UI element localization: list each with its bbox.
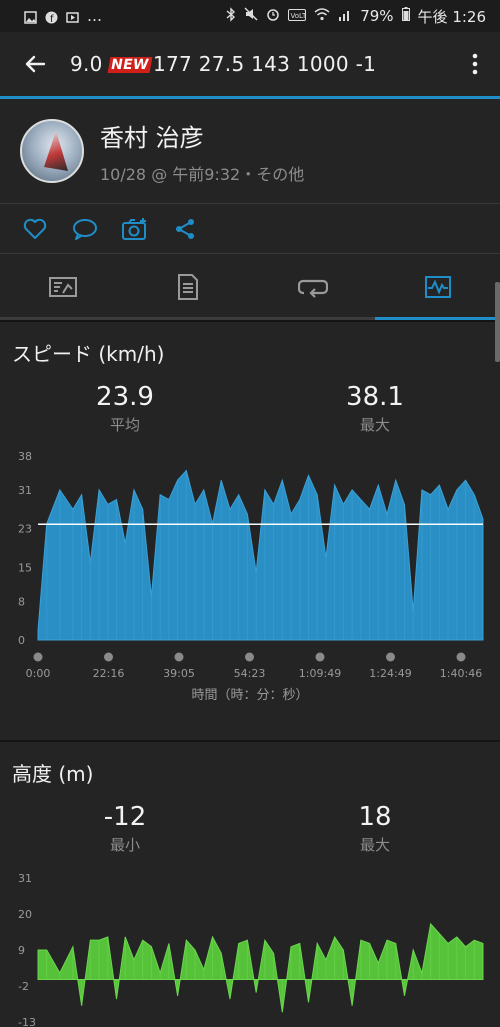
title-prefix: 9.0 — [70, 52, 110, 76]
gallery-notification-icon — [24, 10, 37, 24]
comment-button[interactable] — [72, 216, 98, 242]
elevation-min-label: 最小 — [109, 836, 140, 854]
speed-x-axis-label: 時間（時：分：秒） — [191, 688, 309, 703]
speed-max: 38.1 最大 — [305, 382, 445, 435]
x-tick-label: 1:40:46 — [440, 667, 482, 680]
x-tick-marker — [245, 652, 254, 662]
add-photo-button[interactable] — [122, 216, 148, 242]
y-tick-label: -2 — [18, 980, 29, 993]
x-tick-label: 1:09:49 — [299, 667, 341, 680]
x-tick-marker — [104, 652, 113, 662]
x-tick-label: 1:24:49 — [369, 667, 411, 680]
back-button[interactable] — [0, 32, 70, 96]
mute-icon — [244, 7, 258, 25]
active-tab-indicator — [375, 317, 500, 320]
activity-title: 9.0 NEW 177 27.5 143 1000 -1 — [70, 52, 450, 76]
facebook-notification-icon: f — [45, 10, 58, 25]
elevation-min-value: -12 — [103, 802, 147, 832]
tab-laps[interactable] — [250, 254, 375, 320]
speed-chart[interactable]: 0 8 15 23 31 38 0:00 22:16 39:05 54:23 1:09:49 1:24… — [0, 446, 500, 686]
elevation-title: 高度 (m) — [12, 762, 94, 786]
tab-stats[interactable] — [125, 254, 250, 320]
action-bar — [0, 204, 500, 254]
y-tick-label: 20 — [18, 908, 32, 921]
x-tick-label: 39:05 — [163, 667, 195, 680]
elevation-series — [37, 922, 484, 1013]
avatar[interactable] — [20, 119, 84, 183]
scrollbar[interactable] — [495, 282, 500, 362]
alarm-icon — [266, 7, 280, 25]
speed-average-value: 23.9 — [96, 382, 154, 412]
y-tick-label: 9 — [18, 944, 25, 957]
y-tick-label: 31 — [18, 484, 32, 497]
title-values: 177 27.5 143 1000 -1 — [153, 52, 377, 76]
overflow-menu-button[interactable] — [450, 32, 500, 96]
speed-section: スピード (km/h) 23.9 平均 38.1 最大 0 8 15 23 31 38 0:… — [0, 322, 500, 740]
map-summary-icon — [48, 277, 77, 297]
tab-bar — [0, 254, 500, 320]
like-button[interactable] — [22, 216, 48, 242]
y-tick-label: 31 — [18, 872, 32, 885]
speed-average-label: 平均 — [109, 416, 140, 434]
x-tick-label: 54:23 — [234, 667, 266, 680]
y-tick-label: 38 — [18, 450, 32, 463]
user-name[interactable]: 香村 治彦 — [100, 118, 304, 153]
heart-icon — [23, 218, 47, 239]
profile-card: 香村 治彦 10/28 @ 午前9:32・その他 — [0, 99, 500, 204]
new-badge: NEW — [107, 57, 153, 73]
status-bar: f … VoLTE 79% 午後 1:26 — [0, 0, 500, 32]
x-tick-marker — [315, 652, 325, 662]
y-tick-label: -13 — [18, 1016, 36, 1027]
more-vertical-icon — [472, 53, 478, 75]
elevation-min: -12 最小 — [55, 802, 195, 855]
svg-text:VoLTE: VoLTE — [291, 12, 307, 20]
wifi-icon — [314, 7, 330, 25]
signal-icon — [338, 7, 352, 25]
y-tick-label: 23 — [18, 523, 32, 536]
tab-overview[interactable] — [0, 254, 125, 320]
speed-max-value: 38.1 — [346, 382, 404, 412]
elevation-max-value: 18 — [358, 802, 392, 832]
clock: 午後 1:26 — [417, 7, 486, 26]
share-icon — [176, 218, 194, 239]
document-list-icon — [177, 274, 198, 300]
activity-meta: 10/28 @ 午前9:32・その他 — [100, 164, 305, 184]
app-bar: 9.0 NEW 177 27.5 143 1000 -1 — [0, 32, 500, 96]
bluetooth-icon — [226, 6, 236, 26]
x-tick-marker — [174, 652, 184, 662]
x-tick-label: 22:16 — [93, 667, 125, 680]
laps-loop-icon — [297, 279, 328, 298]
comment-icon — [73, 218, 97, 240]
y-tick-label: 15 — [18, 561, 32, 574]
battery-icon — [401, 7, 410, 25]
volte-icon: VoLTE — [288, 7, 311, 25]
elevation-max: 18 最大 — [305, 802, 445, 855]
x-tick-marker — [386, 652, 395, 662]
tab-charts[interactable] — [375, 254, 500, 320]
speed-max-label: 最大 — [359, 416, 390, 434]
elevation-section: 高度 (m) -12 最小 18 最大 -13 -2 9 20 31 — [0, 742, 500, 1027]
speed-series — [37, 469, 484, 641]
arrow-left-icon — [25, 55, 46, 73]
svg-text:f: f — [50, 14, 54, 24]
elevation-max-label: 最大 — [359, 836, 390, 854]
battery-percent: 79% — [360, 7, 394, 25]
more-notifications-icon: … — [87, 7, 102, 25]
y-tick-label: 0 — [18, 634, 25, 647]
x-tick-marker — [456, 652, 466, 662]
camera-plus-icon — [122, 217, 146, 240]
y-tick-label: 8 — [18, 595, 25, 608]
x-tick-marker — [33, 652, 43, 662]
speed-title: スピード (km/h) — [12, 342, 165, 366]
share-button[interactable] — [172, 216, 198, 242]
x-tick-label: 0:00 — [26, 667, 51, 680]
chart-icon — [424, 276, 451, 298]
speed-average: 23.9 平均 — [55, 382, 195, 435]
elevation-chart[interactable]: -13 -2 9 20 31 — [0, 868, 500, 1027]
media-notification-icon — [66, 10, 79, 23]
